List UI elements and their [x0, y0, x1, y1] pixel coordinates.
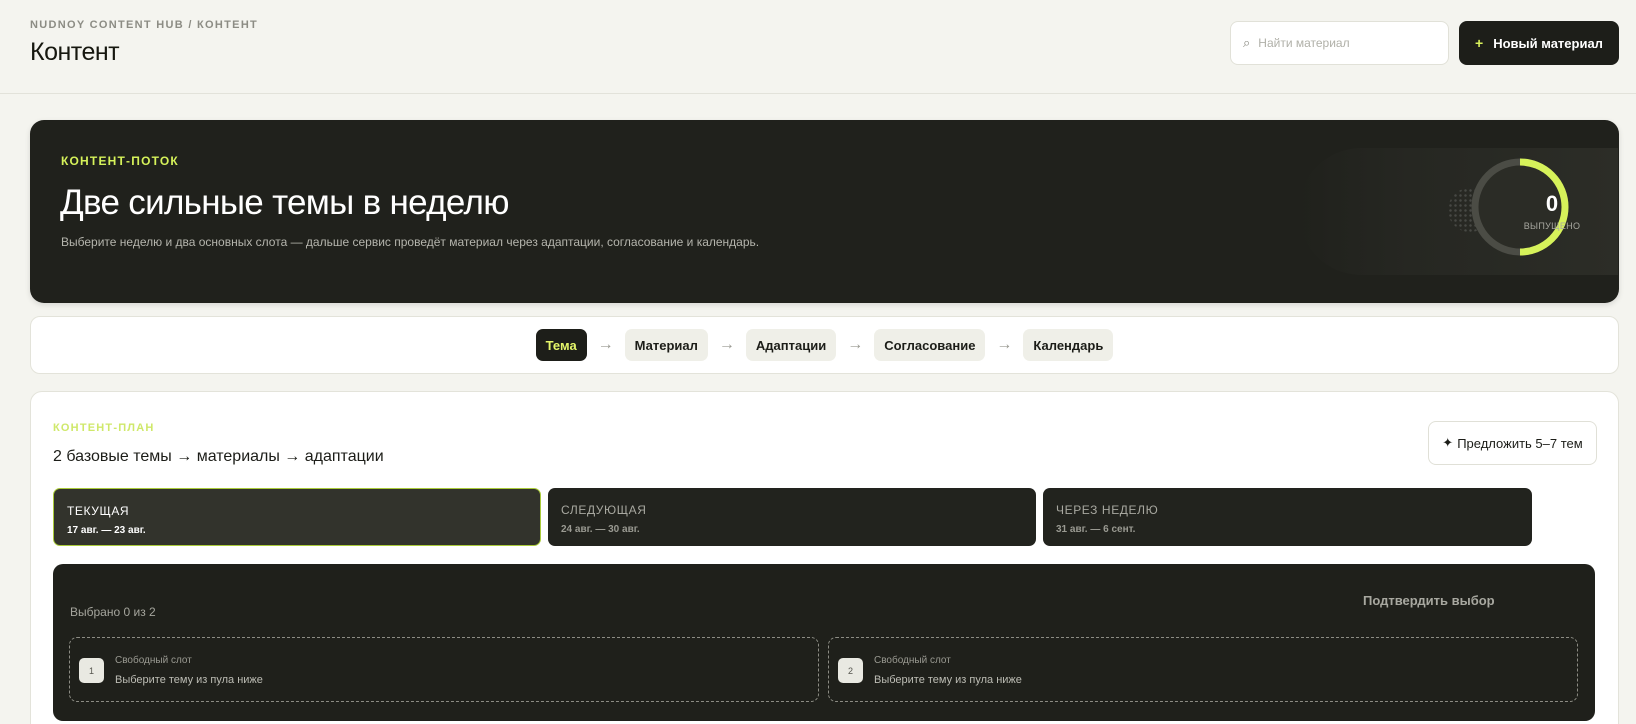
plan-tag: КОНТЕНТ-ПЛАН — [53, 422, 155, 434]
page-title: Контент — [30, 38, 120, 66]
arrow-right-icon: → — [996, 336, 1013, 353]
search-input[interactable] — [1258, 36, 1429, 50]
week-tab-current[interactable]: ТЕКУЩАЯ 17 авг. — 23 авг. — [53, 488, 541, 546]
released-label: ВЫПУЩЕНО — [1523, 221, 1581, 231]
slot-selection-panel: Выбрано 0 из 2 Подтвердить выбор 1 Свобо… — [53, 564, 1595, 721]
arrow-right-icon: → — [718, 336, 735, 353]
slot-label: Свободный слот — [115, 655, 192, 666]
slot-number: 1 — [79, 658, 104, 683]
hero-title: Две сильные темы в неделю — [60, 183, 509, 222]
week-dates: 24 авг. — 30 авг. — [561, 524, 640, 535]
selected-count: Выбрано 0 из 2 — [70, 605, 156, 619]
slot-hint: Выберите тему из пула ниже — [115, 674, 263, 686]
search-icon: ⌕ — [1243, 35, 1251, 50]
search-box[interactable]: ⌕ — [1230, 21, 1449, 65]
step-topic[interactable]: Тема — [535, 329, 587, 361]
hero-banner: КОНТЕНТ-ПОТОК Две сильные темы в неделю … — [30, 120, 1619, 303]
top-bar: NUDNOY CONTENT HUB / КОНТЕНТ Контент ⌕ +… — [0, 0, 1636, 94]
slot-hint: Выберите тему из пула ниже — [874, 674, 1022, 686]
slot-2[interactable]: 2 Свободный слот Выберите тему из пула н… — [828, 637, 1578, 702]
content-plan-card: КОНТЕНТ-ПЛАН 2 базовые темы → материалы … — [30, 391, 1619, 724]
slot-1[interactable]: 1 Свободный слот Выберите тему из пула н… — [69, 637, 819, 702]
week-name: ЧЕРЕЗ НЕДЕЛЮ — [1056, 503, 1159, 517]
step-calendar[interactable]: Календарь — [1023, 329, 1114, 361]
suggest-topics-button[interactable]: ✦ Предложить 5–7 тем — [1428, 421, 1597, 465]
workflow-stepper: Тема → Материал → Адаптации → Согласован… — [30, 316, 1619, 374]
released-count: 0 — [1545, 191, 1559, 216]
slot-number: 2 — [838, 658, 863, 683]
step-approval[interactable]: Согласование — [874, 329, 986, 361]
arrow-right-icon: → — [597, 336, 614, 353]
plus-icon: + — [1475, 35, 1484, 51]
new-material-label: Новый материал — [1493, 35, 1603, 51]
plan-title: 2 базовые темы → материалы → адаптации — [53, 448, 384, 465]
hero-subtitle: Выберите неделю и два основных слота — д… — [61, 235, 760, 249]
confirm-selection-button[interactable]: Подтвердить выбор — [1363, 593, 1495, 617]
week-dates: 17 авг. — 23 авг. — [67, 525, 146, 536]
step-material[interactable]: Материал — [624, 329, 708, 361]
breadcrumb: NUDNOY CONTENT HUB / КОНТЕНТ — [30, 19, 259, 31]
week-name: СЛЕДУЮЩАЯ — [561, 503, 647, 517]
week-dates: 31 авг. — 6 сент. — [1056, 524, 1136, 535]
slot-label: Свободный слот — [874, 655, 951, 666]
week-name: ТЕКУЩАЯ — [67, 504, 130, 518]
step-adaptations[interactable]: Адаптации — [745, 329, 837, 361]
new-material-button[interactable]: + Новый материал — [1459, 21, 1619, 65]
hero-tag: КОНТЕНТ-ПОТОК — [61, 154, 179, 168]
week-tab-next[interactable]: СЛЕДУЮЩАЯ 24 авг. — 30 авг. — [548, 488, 1036, 546]
sparkle-icon: ✦ — [1442, 435, 1454, 450]
suggest-topics-label: Предложить 5–7 тем — [1457, 435, 1583, 451]
week-tab-after-next[interactable]: ЧЕРЕЗ НЕДЕЛЮ 31 авг. — 6 сент. — [1043, 488, 1532, 546]
arrow-right-icon: → — [847, 336, 864, 353]
